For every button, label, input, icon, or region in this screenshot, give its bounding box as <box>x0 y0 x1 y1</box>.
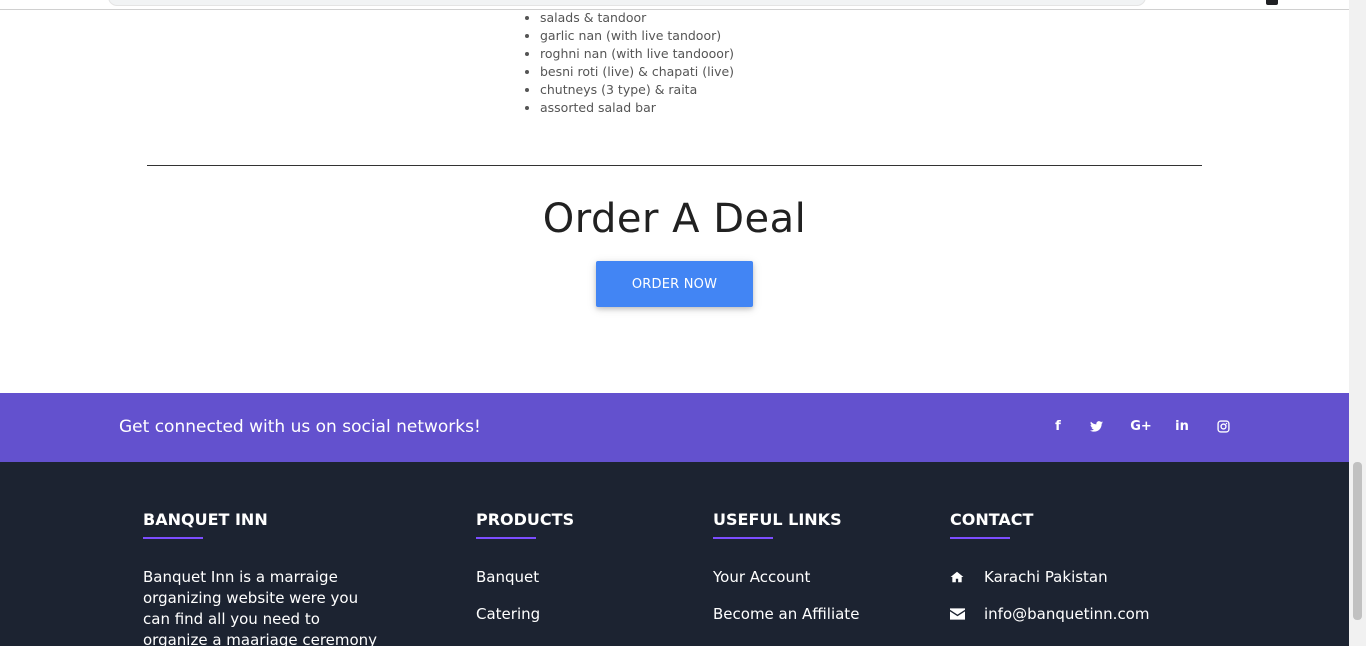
instagram-icon[interactable] <box>1211 418 1235 436</box>
footer-link-your-account[interactable]: Your Account <box>713 568 810 586</box>
linkedin-icon[interactable]: in <box>1170 418 1194 436</box>
order-now-button[interactable]: ORDER NOW <box>596 261 753 307</box>
footer-link-become-affiliate[interactable]: Become an Affiliate <box>713 605 859 623</box>
heading-underline <box>143 537 203 539</box>
envelope-icon <box>950 605 966 621</box>
contact-email-text[interactable]: info@banquetinn.com <box>984 605 1149 623</box>
vertical-scrollbar[interactable] <box>1349 0 1366 646</box>
list-item: chutneys (3 type) & raita <box>540 81 734 99</box>
heading-underline <box>476 537 536 539</box>
footer-contact-title: CONTACT <box>950 510 1034 529</box>
extension-icon[interactable] <box>1266 0 1278 5</box>
list-item: besni roti (live) & chapati (live) <box>540 63 734 81</box>
facebook-icon[interactable]: f <box>1046 418 1070 436</box>
footer-link-banquet[interactable]: Banquet <box>476 568 539 586</box>
order-deal-title: Order A Deal <box>542 196 807 242</box>
list-item: assorted salad bar <box>540 99 734 117</box>
heading-underline <box>950 537 1010 539</box>
address-bar[interactable] <box>108 0 1146 6</box>
footer-products-title: PRODUCTS <box>476 510 575 529</box>
list-item: roghni nan (with live tandooor) <box>540 45 734 63</box>
google-plus-icon[interactable]: G+ <box>1126 418 1156 436</box>
social-tagline: Get connected with us on social networks… <box>119 417 481 437</box>
list-item: garlic nan (with live tandoor) <box>540 27 734 45</box>
footer-about-text: Banquet Inn is a marraige organizing web… <box>143 568 378 646</box>
list-item: salads & tandoor <box>540 9 734 27</box>
footer-useful-links-title: USEFUL LINKS <box>713 510 842 529</box>
footer: BANQUET INN Banquet Inn is a marraige or… <box>0 462 1349 646</box>
home-icon <box>950 568 966 584</box>
heading-underline <box>713 537 773 539</box>
footer-brand-title: BANQUET INN <box>143 510 268 529</box>
footer-link-catering[interactable]: Catering <box>476 605 540 623</box>
section-divider <box>147 165 1202 166</box>
contact-location-text: Karachi Pakistan <box>984 568 1108 586</box>
social-band: Get connected with us on social networks… <box>0 393 1349 462</box>
scrollbar-thumb[interactable] <box>1353 462 1362 620</box>
twitter-icon[interactable] <box>1084 418 1108 436</box>
menu-items-list: salads & tandoor garlic nan (with live t… <box>521 9 734 117</box>
